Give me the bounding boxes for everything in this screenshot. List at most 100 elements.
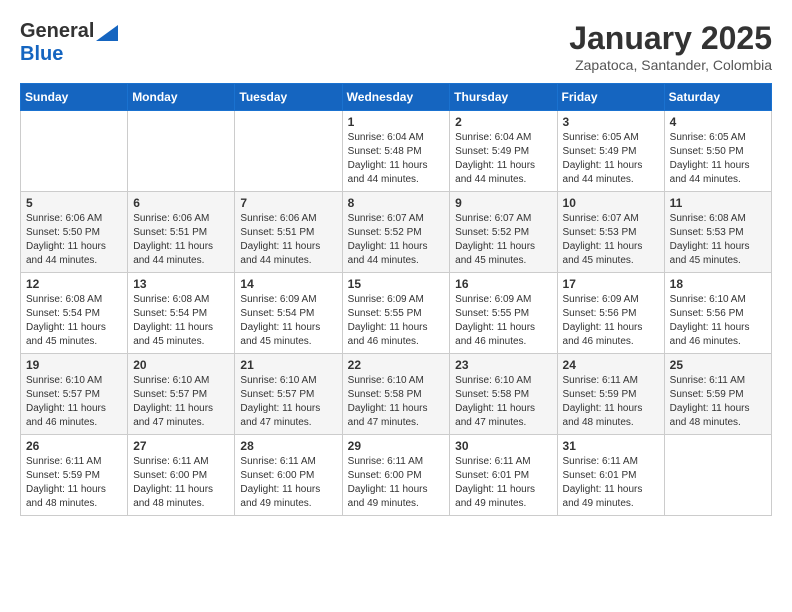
- weekday-tuesday: Tuesday: [235, 84, 342, 111]
- day-number: 4: [670, 115, 766, 129]
- day-info: Sunrise: 6:10 AM Sunset: 5:58 PM Dayligh…: [348, 374, 445, 430]
- calendar-cell: 11 Sunrise: 6:08 AM Sunset: 5:53 PM Dayli…: [664, 192, 771, 273]
- logo-icon: [96, 25, 118, 41]
- day-number: 30: [455, 439, 551, 453]
- calendar-cell: 31 Sunrise: 6:11 AM Sunset: 6:01 PM Dayli…: [557, 435, 664, 516]
- calendar-cell: 10Sunrise: 6:07 AM Sunset: 5:53 PM Dayli…: [557, 192, 664, 273]
- calendar-cell: 7 Sunrise: 6:06 AM Sunset: 5:51 PM Daylig…: [235, 192, 342, 273]
- weekday-friday: Friday: [557, 84, 664, 111]
- calendar-cell: [21, 111, 128, 192]
- day-number: 24: [563, 358, 659, 372]
- day-info: Sunrise: 6:11 AM Sunset: 6:00 PM Dayligh…: [133, 455, 229, 511]
- calendar-cell: 25 Sunrise: 6:11 AM Sunset: 5:59 PM Dayli…: [664, 354, 771, 435]
- week-row-1: 1Sunrise: 6:04 AM Sunset: 5:48 PM Daylig…: [21, 111, 772, 192]
- day-number: 19: [26, 358, 122, 372]
- day-number: 13: [133, 277, 229, 291]
- day-number: 3: [563, 115, 659, 129]
- day-number: 27: [133, 439, 229, 453]
- day-info: Sunrise: 6:11 AM Sunset: 5:59 PM Dayligh…: [26, 455, 122, 511]
- calendar-cell: 12 Sunrise: 6:08 AM Sunset: 5:54 PM Dayli…: [21, 273, 128, 354]
- day-number: 2: [455, 115, 551, 129]
- day-info: Sunrise: 6:11 AM Sunset: 6:01 PM Dayligh…: [563, 455, 659, 511]
- day-info: Sunrise: 6:11 AM Sunset: 6:01 PM Dayligh…: [455, 455, 551, 511]
- day-info: Sunrise: 6:09 AM Sunset: 5:55 PM Dayligh…: [455, 293, 551, 349]
- calendar-cell: 9 Sunrise: 6:07 AM Sunset: 5:52 PM Daylig…: [450, 192, 557, 273]
- day-number: 12: [26, 277, 122, 291]
- day-info: Sunrise: 6:06 AM Sunset: 5:51 PM Dayligh…: [133, 212, 229, 268]
- logo-blue: Blue: [20, 43, 63, 65]
- day-info: Sunrise: 6:09 AM Sunset: 5:56 PM Dayligh…: [563, 293, 659, 349]
- weekday-monday: Monday: [128, 84, 235, 111]
- day-info: Sunrise: 6:07 AM Sunset: 5:53 PM Dayligh…: [563, 212, 659, 268]
- calendar-cell: 18 Sunrise: 6:10 AM Sunset: 5:56 PM Dayli…: [664, 273, 771, 354]
- day-info: Sunrise: 6:08 AM Sunset: 5:53 PM Dayligh…: [670, 212, 766, 268]
- day-info: Sunrise: 6:05 AM Sunset: 5:49 PM Dayligh…: [563, 131, 659, 187]
- day-number: 29: [348, 439, 445, 453]
- day-info: Sunrise: 6:07 AM Sunset: 5:52 PM Dayligh…: [455, 212, 551, 268]
- day-info: Sunrise: 6:11 AM Sunset: 5:59 PM Dayligh…: [670, 374, 766, 430]
- day-number: 17: [563, 277, 659, 291]
- calendar-title: January 2025: [569, 20, 772, 57]
- calendar-cell: 26 Sunrise: 6:11 AM Sunset: 5:59 PM Dayli…: [21, 435, 128, 516]
- day-number: 18: [670, 277, 766, 291]
- calendar-cell: 3 Sunrise: 6:05 AM Sunset: 5:49 PM Daylig…: [557, 111, 664, 192]
- day-number: 31: [563, 439, 659, 453]
- day-number: 23: [455, 358, 551, 372]
- calendar-table: SundayMondayTuesdayWednesdayThursdayFrid…: [20, 83, 772, 516]
- calendar-cell: 21Sunrise: 6:10 AM Sunset: 5:57 PM Dayli…: [235, 354, 342, 435]
- day-number: 14: [240, 277, 336, 291]
- day-info: Sunrise: 6:10 AM Sunset: 5:58 PM Dayligh…: [455, 374, 551, 430]
- day-info: Sunrise: 6:06 AM Sunset: 5:51 PM Dayligh…: [240, 212, 336, 268]
- calendar-cell: 13 Sunrise: 6:08 AM Sunset: 5:54 PM Dayli…: [128, 273, 235, 354]
- day-number: 20: [133, 358, 229, 372]
- calendar-cell: [235, 111, 342, 192]
- day-info: Sunrise: 6:08 AM Sunset: 5:54 PM Dayligh…: [133, 293, 229, 349]
- day-number: 25: [670, 358, 766, 372]
- calendar-cell: 28Sunrise: 6:11 AM Sunset: 6:00 PM Dayli…: [235, 435, 342, 516]
- calendar-cell: 8 Sunrise: 6:07 AM Sunset: 5:52 PM Daylig…: [342, 192, 450, 273]
- week-row-4: 19 Sunrise: 6:10 AM Sunset: 5:57 PM Dayli…: [21, 354, 772, 435]
- day-number: 1: [348, 115, 445, 129]
- day-info: Sunrise: 6:04 AM Sunset: 5:49 PM Dayligh…: [455, 131, 551, 187]
- weekday-sunday: Sunday: [21, 84, 128, 111]
- day-number: 8: [348, 196, 445, 210]
- day-number: 26: [26, 439, 122, 453]
- calendar-body: 1Sunrise: 6:04 AM Sunset: 5:48 PM Daylig…: [21, 111, 772, 516]
- day-number: 6: [133, 196, 229, 210]
- logo: General Blue: [20, 20, 118, 66]
- calendar-cell: 14Sunrise: 6:09 AM Sunset: 5:54 PM Dayli…: [235, 273, 342, 354]
- calendar-cell: 17 Sunrise: 6:09 AM Sunset: 5:56 PM Dayli…: [557, 273, 664, 354]
- calendar-cell: 4 Sunrise: 6:05 AM Sunset: 5:50 PM Daylig…: [664, 111, 771, 192]
- weekday-thursday: Thursday: [450, 84, 557, 111]
- day-number: 7: [240, 196, 336, 210]
- weekday-header-row: SundayMondayTuesdayWednesdayThursdayFrid…: [21, 84, 772, 111]
- calendar-cell: 20 Sunrise: 6:10 AM Sunset: 5:57 PM Dayli…: [128, 354, 235, 435]
- week-row-5: 26 Sunrise: 6:11 AM Sunset: 5:59 PM Dayli…: [21, 435, 772, 516]
- day-info: Sunrise: 6:11 AM Sunset: 5:59 PM Dayligh…: [563, 374, 659, 430]
- calendar-cell: 24 Sunrise: 6:11 AM Sunset: 5:59 PM Dayli…: [557, 354, 664, 435]
- week-row-3: 12 Sunrise: 6:08 AM Sunset: 5:54 PM Dayli…: [21, 273, 772, 354]
- day-info: Sunrise: 6:09 AM Sunset: 5:55 PM Dayligh…: [348, 293, 445, 349]
- day-info: Sunrise: 6:11 AM Sunset: 6:00 PM Dayligh…: [240, 455, 336, 511]
- day-info: Sunrise: 6:10 AM Sunset: 5:57 PM Dayligh…: [26, 374, 122, 430]
- day-info: Sunrise: 6:07 AM Sunset: 5:52 PM Dayligh…: [348, 212, 445, 268]
- day-info: Sunrise: 6:10 AM Sunset: 5:56 PM Dayligh…: [670, 293, 766, 349]
- day-info: Sunrise: 6:10 AM Sunset: 5:57 PM Dayligh…: [240, 374, 336, 430]
- calendar-cell: 30 Sunrise: 6:11 AM Sunset: 6:01 PM Dayli…: [450, 435, 557, 516]
- day-info: Sunrise: 6:06 AM Sunset: 5:50 PM Dayligh…: [26, 212, 122, 268]
- day-info: Sunrise: 6:05 AM Sunset: 5:50 PM Dayligh…: [670, 131, 766, 187]
- weekday-wednesday: Wednesday: [342, 84, 450, 111]
- day-number: 5: [26, 196, 122, 210]
- day-info: Sunrise: 6:08 AM Sunset: 5:54 PM Dayligh…: [26, 293, 122, 349]
- calendar-cell: 2 Sunrise: 6:04 AM Sunset: 5:49 PM Daylig…: [450, 111, 557, 192]
- calendar-cell: 19 Sunrise: 6:10 AM Sunset: 5:57 PM Dayli…: [21, 354, 128, 435]
- calendar-cell: 23 Sunrise: 6:10 AM Sunset: 5:58 PM Dayli…: [450, 354, 557, 435]
- calendar-cell: 1Sunrise: 6:04 AM Sunset: 5:48 PM Daylig…: [342, 111, 450, 192]
- day-info: Sunrise: 6:10 AM Sunset: 5:57 PM Dayligh…: [133, 374, 229, 430]
- calendar-cell: 5 Sunrise: 6:06 AM Sunset: 5:50 PM Daylig…: [21, 192, 128, 273]
- day-number: 11: [670, 196, 766, 210]
- title-area: January 2025 Zapatoca, Santander, Colomb…: [569, 20, 772, 73]
- calendar-cell: 27 Sunrise: 6:11 AM Sunset: 6:00 PM Dayli…: [128, 435, 235, 516]
- day-number: 9: [455, 196, 551, 210]
- calendar-subtitle: Zapatoca, Santander, Colombia: [569, 57, 772, 73]
